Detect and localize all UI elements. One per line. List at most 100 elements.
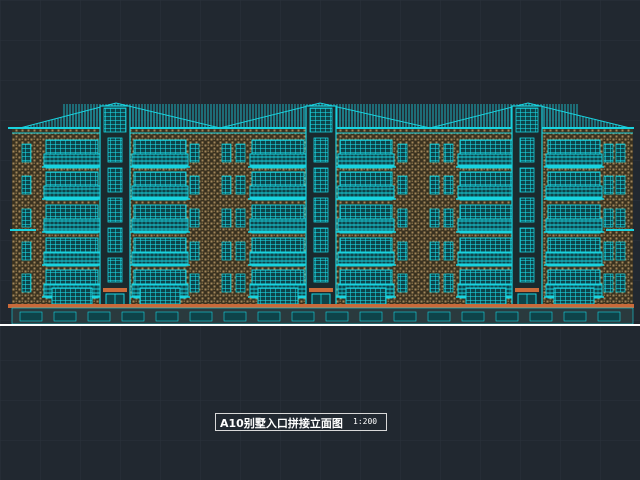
tower-top-window (309, 107, 333, 133)
side-window (443, 208, 454, 228)
basement-window (53, 311, 77, 322)
side-window (443, 175, 454, 195)
stair-window (519, 257, 535, 283)
side-window (397, 175, 408, 195)
basement-window (495, 311, 519, 322)
side-window (221, 143, 232, 163)
stair-window (313, 137, 329, 163)
entrance-canopy (103, 288, 127, 292)
side-window (615, 143, 626, 163)
side-window (429, 175, 440, 195)
stair-window (519, 227, 535, 253)
entrance-canopy (309, 288, 333, 292)
basement-window (189, 311, 213, 322)
side-window (443, 273, 454, 293)
side-window (429, 273, 440, 293)
side-window (397, 241, 408, 261)
stair-window (107, 227, 123, 253)
ground-floor-window (51, 287, 93, 305)
side-window (443, 241, 454, 261)
side-window (397, 208, 408, 228)
side-window (603, 175, 614, 195)
basement-window (121, 311, 145, 322)
balcony-railing (249, 251, 307, 265)
side-window (189, 241, 200, 261)
stair-window (313, 197, 329, 223)
side-window (21, 273, 32, 293)
stair-window (107, 137, 123, 163)
balcony-railing (545, 185, 603, 199)
drawing-scale: 1:200 (353, 417, 378, 426)
balcony-railing (131, 218, 189, 232)
ground-floor-window (257, 287, 299, 305)
balcony-railing (545, 218, 603, 232)
basement-window (155, 311, 179, 322)
side-window (235, 241, 246, 261)
side-window (221, 241, 232, 261)
balcony-railing (337, 153, 395, 167)
side-window (429, 208, 440, 228)
stair-window (519, 167, 535, 193)
balcony-railing (457, 218, 515, 232)
ground-floor-window (345, 287, 387, 305)
stair-window (313, 167, 329, 193)
balcony-railing (43, 218, 101, 232)
balcony-railing (457, 153, 515, 167)
drawing-title: A10别墅入口拼接立面图 (220, 417, 343, 430)
balcony-railing (457, 185, 515, 199)
side-window (429, 241, 440, 261)
side-window (615, 273, 626, 293)
side-window (235, 273, 246, 293)
side-window (615, 241, 626, 261)
balcony-railing (131, 185, 189, 199)
stair-window (519, 197, 535, 223)
side-window (603, 241, 614, 261)
basement-window (461, 311, 485, 322)
balcony-railing (337, 251, 395, 265)
side-window (235, 143, 246, 163)
basement-window (87, 311, 111, 322)
balcony-railing (43, 251, 101, 265)
balcony-railing (43, 153, 101, 167)
side-window (21, 143, 32, 163)
drawing-title-block: A10别墅入口拼接立面图 1:200 (215, 413, 387, 431)
side-window (189, 143, 200, 163)
side-window (221, 273, 232, 293)
side-window (221, 175, 232, 195)
balcony-railing (249, 185, 307, 199)
side-window (235, 175, 246, 195)
balcony-railing (545, 251, 603, 265)
basement-window (393, 311, 417, 322)
side-window (235, 208, 246, 228)
cad-drawing-canvas[interactable] (0, 0, 640, 480)
tower-top-window (103, 107, 127, 133)
side-window (397, 273, 408, 293)
ground-floor-window (139, 287, 181, 305)
stair-window (107, 257, 123, 283)
basement-window (529, 311, 553, 322)
basement-window (291, 311, 315, 322)
ground-floor-window (553, 287, 595, 305)
balcony-railing (249, 153, 307, 167)
stair-window (107, 167, 123, 193)
side-window (603, 143, 614, 163)
side-window (189, 273, 200, 293)
side-window (603, 273, 614, 293)
side-window (21, 208, 32, 228)
side-window (615, 175, 626, 195)
balcony-railing (43, 185, 101, 199)
balcony-railing (457, 251, 515, 265)
plinth-band (8, 304, 634, 308)
side-window (429, 143, 440, 163)
stair-window (313, 227, 329, 253)
side-window (21, 241, 32, 261)
balcony-railing (337, 218, 395, 232)
stair-window (519, 137, 535, 163)
side-window (21, 175, 32, 195)
basement-window (563, 311, 587, 322)
stair-window (313, 257, 329, 283)
balcony-railing (131, 153, 189, 167)
entrance-canopy (515, 288, 539, 292)
basement-window (19, 311, 43, 322)
ground-floor-window (465, 287, 507, 305)
